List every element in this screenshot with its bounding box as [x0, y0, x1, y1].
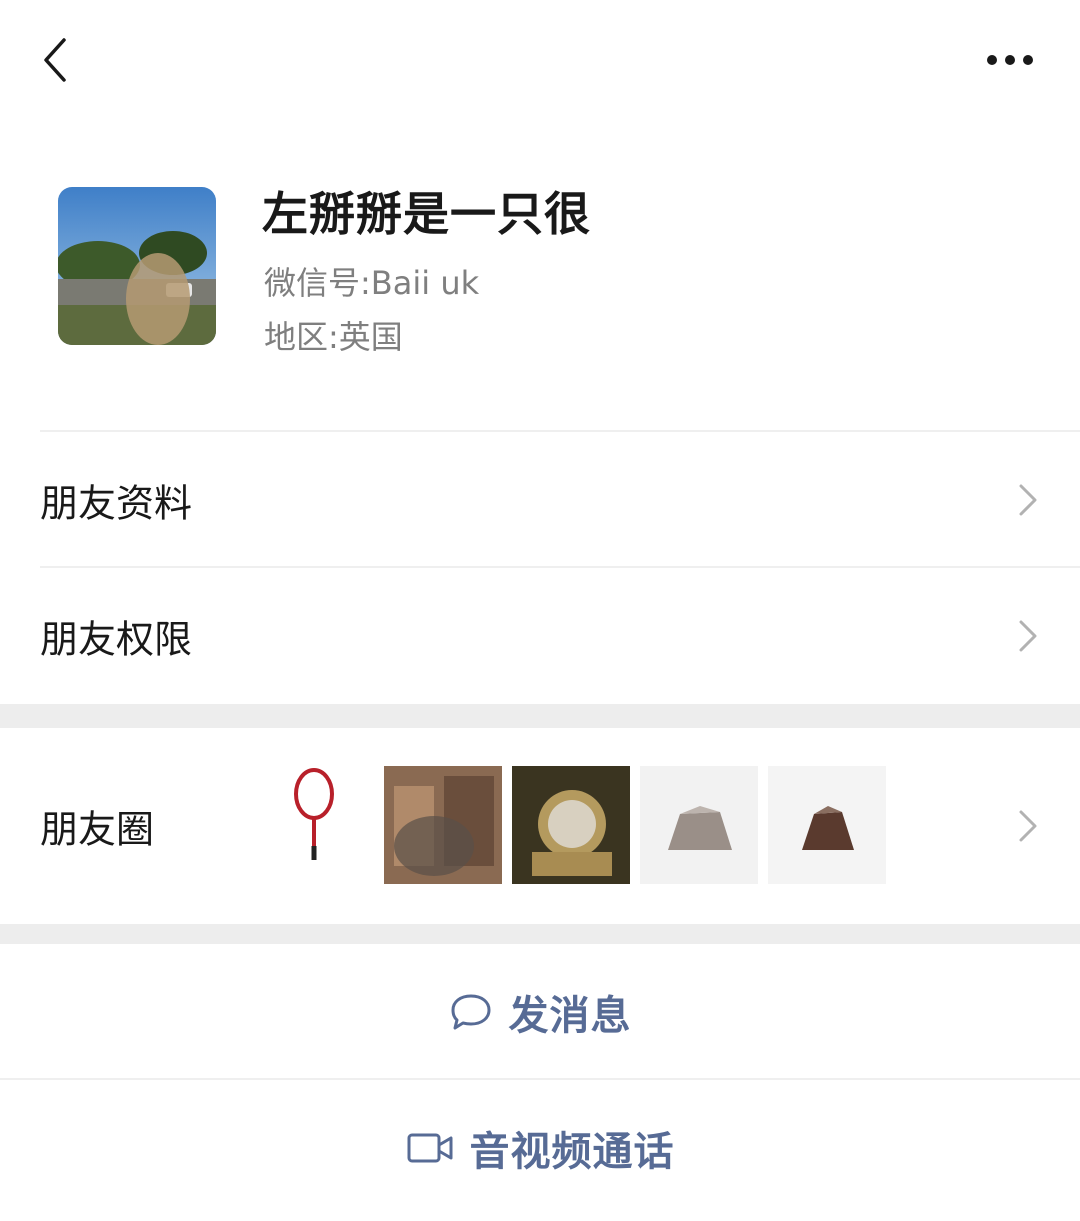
video-call-label: 音视频通话: [469, 1129, 675, 1175]
moments-thumbnail: [512, 766, 630, 884]
moments-thumbnail: [256, 766, 374, 884]
section-gap: [0, 924, 1080, 944]
video-call-button[interactable]: 音视频通话: [0, 1080, 1080, 1216]
chevron-right-icon: [1019, 620, 1037, 652]
friend-permissions-row[interactable]: 朋友权限: [0, 568, 1080, 704]
wechat-id-label: 微信号: [264, 264, 361, 302]
wechat-id: 微信号:Baii uk: [264, 258, 479, 304]
region-value: 英国: [338, 318, 403, 356]
back-arrow-icon: [44, 38, 66, 82]
video-camera-icon: [407, 1133, 452, 1163]
friend-permissions-label: 朋友权限: [40, 617, 193, 662]
moments-thumbnail: [640, 766, 758, 884]
moments-thumbnails: [256, 766, 886, 886]
more-dots-icon: [987, 55, 1033, 65]
chevron-right-icon: [1019, 810, 1037, 842]
region: 地区:英国: [264, 312, 403, 358]
chevron-right-icon: [1019, 484, 1037, 516]
section-gap: [0, 704, 1080, 728]
send-message-button[interactable]: 发消息: [0, 944, 1080, 1080]
avatar[interactable]: [58, 187, 216, 345]
send-message-label: 发消息: [508, 993, 632, 1039]
moments-thumbnail: [384, 766, 502, 884]
region-label: 地区: [264, 318, 329, 356]
top-bar: [0, 0, 1080, 120]
moments-row[interactable]: 朋友圈: [0, 728, 1080, 924]
moments-label: 朋友圈: [40, 807, 155, 852]
region-separator: :: [328, 318, 339, 356]
wechat-id-value: Baii uk: [370, 264, 480, 302]
profile-name: 左掰掰是一只很: [262, 187, 591, 241]
friend-info-label: 朋友资料: [40, 481, 193, 526]
friend-info-row[interactable]: 朋友资料: [0, 432, 1080, 568]
wechat-id-separator: :: [360, 264, 371, 302]
more-button[interactable]: [980, 40, 1040, 80]
profile-header: 左掰掰是一只很 微信号:Baii uk 地区:英国: [0, 150, 1080, 400]
chat-bubble-icon: [451, 994, 490, 1030]
moments-thumbnail: [768, 766, 886, 884]
back-button[interactable]: [30, 30, 80, 90]
